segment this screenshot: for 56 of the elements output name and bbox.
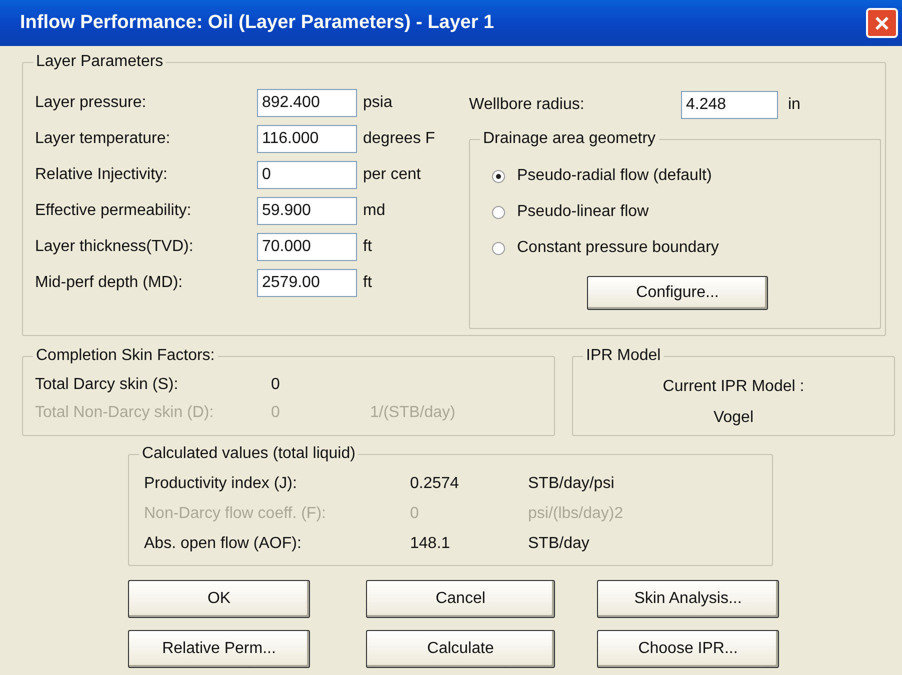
row-label: Non-Darcy flow coeff. (F):: [144, 504, 327, 524]
dialog-button[interactable]: Relative Perm...: [128, 630, 310, 668]
configure-button[interactable]: Configure...: [587, 276, 768, 310]
row-value: 148.1: [410, 534, 452, 554]
row-label: Total Non-Darcy skin (D):: [35, 403, 215, 423]
close-button[interactable]: ×: [866, 8, 898, 38]
ipr-model-value: Vogel: [713, 408, 754, 428]
input-field[interactable]: 2579.00: [257, 269, 357, 297]
unit-label: in: [788, 95, 800, 115]
row-value: 0.2574: [410, 474, 460, 494]
radio-button[interactable]: [492, 206, 505, 218]
row-label: Total Darcy skin (S):: [35, 375, 180, 395]
row-value: 0: [410, 504, 420, 524]
dialog-button[interactable]: Choose IPR...: [597, 630, 779, 668]
group-title: Calculated values (total liquid): [139, 444, 358, 464]
unit-label: md: [363, 201, 386, 221]
dialog-button[interactable]: Calculate: [366, 630, 555, 668]
dialog-button[interactable]: Skin Analysis...: [597, 580, 779, 618]
input-field[interactable]: 0: [257, 161, 357, 189]
field-label: Layer thickness(TVD):: [35, 237, 194, 257]
unit-label: psia: [363, 93, 392, 113]
input-field[interactable]: 4.248: [681, 91, 778, 119]
input-field[interactable]: 892.400: [257, 89, 357, 117]
input-field[interactable]: 70.000: [257, 233, 357, 261]
dialog-button[interactable]: OK: [128, 580, 310, 618]
radio-option[interactable]: Constant pressure boundary: [492, 230, 880, 266]
row-label: Abs. open flow (AOF):: [144, 534, 302, 554]
unit-label: STB/day/psi: [528, 474, 614, 494]
input-field[interactable]: 116.000: [257, 125, 357, 153]
unit-label: STB/day: [528, 534, 590, 554]
row-label: Productivity index (J):: [144, 474, 298, 494]
field-label: Layer pressure:: [35, 93, 148, 113]
unit-label: per cent: [363, 165, 421, 185]
unit-label: ft: [363, 237, 372, 257]
unit-label: degrees F: [363, 129, 436, 149]
ipr-model-label: Current IPR Model :: [662, 377, 804, 397]
window-title: Inflow Performance: Oil (Layer Parameters) - Layer 1: [20, 10, 494, 35]
group-title: Drainage area geometry: [480, 129, 659, 149]
field-label: Layer temperature:: [35, 129, 172, 149]
row-value: 0: [271, 403, 281, 423]
input-field[interactable]: 59.900: [257, 197, 357, 225]
field-label: Relative Injectivity:: [35, 165, 168, 185]
radio-button[interactable]: [492, 242, 505, 254]
unit-label: psi/(lbs/day)2: [528, 504, 624, 524]
unit-label: ft: [363, 273, 372, 293]
field-label: Wellbore radius:: [469, 95, 586, 115]
radio-button[interactable]: [492, 170, 505, 182]
dialog-button[interactable]: Cancel: [366, 580, 555, 618]
group-title: Layer Parameters: [33, 52, 166, 72]
group-title: Completion Skin Factors:: [33, 346, 218, 366]
field-label: Mid-perf depth (MD):: [35, 273, 184, 293]
radio-option[interactable]: Pseudo-radial flow (default): [492, 158, 880, 194]
radio-option[interactable]: Pseudo-linear flow: [492, 194, 880, 230]
row-value: 0: [271, 375, 281, 395]
unit-label: 1/(STB/day): [370, 403, 456, 423]
field-label: Effective permeability:: [35, 201, 192, 221]
